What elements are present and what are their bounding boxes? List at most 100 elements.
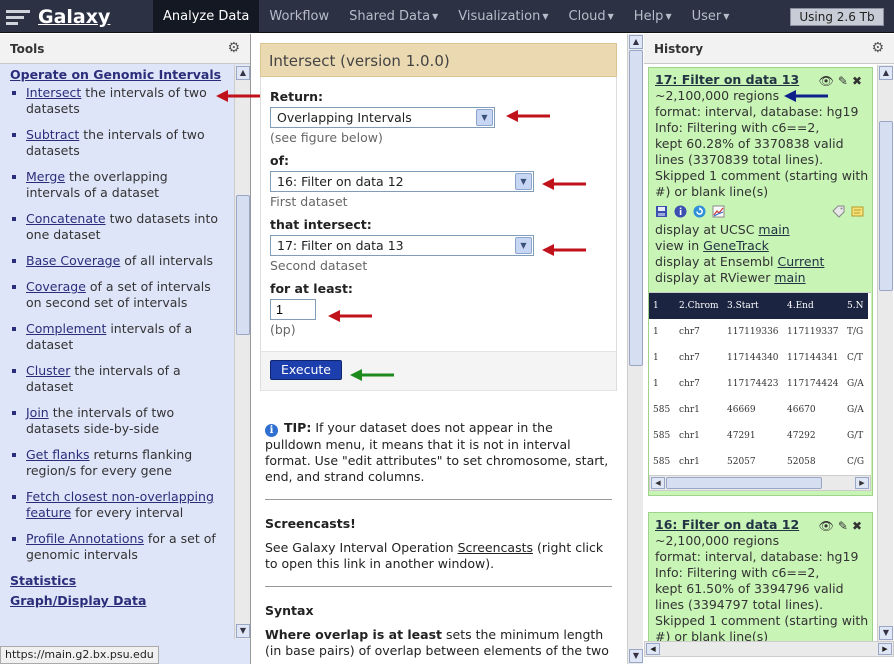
scroll-thumb[interactable]: [629, 50, 643, 366]
galaxy-brand[interactable]: Galaxy: [6, 4, 110, 30]
scroll-down-icon[interactable]: ▼: [236, 624, 250, 638]
tool-link[interactable]: Merge: [26, 169, 65, 184]
tool-desc: for every interval: [71, 505, 184, 520]
history-hscrollbar[interactable]: ◀ ▶: [644, 641, 894, 657]
tool-section-title[interactable]: Operate on Genomic Intervals: [10, 67, 234, 83]
eye-icon[interactable]: 👁: [819, 519, 838, 533]
nav-help[interactable]: Help ▼: [624, 0, 682, 33]
tools-scrollbar[interactable]: ▲ ▼: [234, 65, 250, 639]
scroll-up-icon[interactable]: ▲: [879, 66, 893, 80]
tag-icon[interactable]: [832, 205, 845, 218]
nav-cloud[interactable]: Cloud ▼: [559, 0, 624, 33]
annotation-arrow-left-icon: [216, 90, 260, 102]
tool-link[interactable]: Coverage: [26, 279, 86, 294]
eye-icon[interactable]: 👁: [819, 74, 838, 88]
tool-form: Intersect (version 1.0.0) Return: Overla…: [260, 43, 617, 391]
scroll-left-icon[interactable]: ◀: [646, 643, 660, 655]
scroll-thumb[interactable]: [236, 195, 250, 335]
galaxy-logo-icon: [6, 7, 32, 27]
history-dataset-17: 17: Filter on data 13 👁✎✖ ~2,100,000 reg…: [648, 67, 873, 496]
nav-shared-data[interactable]: Shared Data ▼: [339, 0, 448, 33]
rviewer-main-link[interactable]: main: [774, 270, 805, 285]
tool-link[interactable]: Get flanks: [26, 447, 89, 462]
first-dataset-select[interactable]: 16: Filter on data 12 ▼: [270, 171, 534, 192]
dataset-title[interactable]: 16: Filter on data 12: [655, 517, 799, 532]
peek-hscrollbar[interactable]: ◀ ▶: [649, 475, 871, 491]
scroll-thumb[interactable]: [666, 477, 822, 489]
scroll-thumb[interactable]: [879, 121, 893, 291]
peek-cell: 585: [653, 457, 671, 467]
tool-link[interactable]: Cluster: [26, 363, 70, 378]
pencil-icon[interactable]: ✎: [838, 519, 852, 533]
history-list: 17: Filter on data 13 👁✎✖ ~2,100,000 reg…: [644, 65, 877, 641]
first-dataset-hint: First dataset: [270, 194, 348, 209]
peek-cell: 117119337: [787, 327, 839, 337]
save-icon[interactable]: [655, 205, 668, 218]
center-scrollbar[interactable]: ▲ ▼: [627, 34, 643, 664]
execute-button[interactable]: Execute: [270, 360, 342, 380]
return-hint: (see figure below): [270, 130, 383, 145]
scroll-down-icon[interactable]: ▼: [879, 626, 893, 640]
tool-link[interactable]: Base Coverage: [26, 253, 120, 268]
tool-link[interactable]: Concatenate: [26, 211, 106, 226]
scroll-up-icon[interactable]: ▲: [629, 35, 643, 49]
bullet-icon: [12, 175, 16, 179]
delete-icon[interactable]: ✖: [852, 519, 866, 533]
min-overlap-input[interactable]: [270, 299, 316, 320]
tool-help: i TIP: If your dataset does not appear in…: [265, 420, 612, 659]
genetrack-link[interactable]: GeneTrack: [703, 238, 769, 253]
info-icon[interactable]: [674, 205, 687, 218]
peek-header: 2.Chrom: [675, 293, 723, 319]
second-dataset-value: 17: Filter on data 13: [277, 238, 404, 253]
peek-row: 585 chr1 47291 47292 G/T: [649, 423, 868, 449]
tool-link[interactable]: Intersect: [26, 85, 81, 100]
tool-link[interactable]: Join: [26, 405, 49, 420]
delete-icon[interactable]: ✖: [852, 74, 866, 88]
caret-down-icon: ▼: [607, 12, 614, 21]
scroll-right-icon[interactable]: ▶: [855, 477, 869, 489]
history-scrollbar[interactable]: ▲ ▼: [877, 65, 893, 641]
brand-title[interactable]: Galaxy: [38, 6, 110, 28]
nav-analyze-data[interactable]: Analyze Data: [153, 0, 260, 33]
display-rviewer: display at RViewer main: [655, 270, 866, 286]
dataset-title[interactable]: 17: Filter on data 13: [655, 72, 799, 87]
gear-icon[interactable]: ⚙: [227, 40, 240, 56]
status-bar-url: https://main.g2.bx.psu.edu: [0, 646, 159, 664]
tool-link[interactable]: Profile Annotations: [26, 531, 144, 546]
gear-icon[interactable]: ⚙: [871, 40, 884, 56]
annotation-arrow-left-icon: [542, 244, 586, 256]
nav-user[interactable]: User ▼: [682, 0, 740, 33]
tool-link[interactable]: Subtract: [26, 127, 79, 142]
nav-label: Analyze Data: [163, 9, 250, 24]
nav-workflow[interactable]: Workflow: [259, 0, 339, 33]
chevron-down-icon[interactable]: ▼: [476, 109, 493, 126]
nav-visualization[interactable]: Visualization ▼: [448, 0, 558, 33]
second-dataset-select[interactable]: 17: Filter on data 13 ▼: [270, 235, 534, 256]
peek-header: 1: [649, 293, 675, 319]
scroll-left-icon[interactable]: ◀: [651, 477, 665, 489]
visualize-icon[interactable]: [712, 205, 725, 218]
ensembl-current-link[interactable]: Current: [777, 254, 824, 269]
screencasts-link[interactable]: Screencasts: [458, 540, 533, 555]
pencil-icon[interactable]: ✎: [838, 74, 852, 88]
scroll-down-icon[interactable]: ▼: [629, 649, 643, 663]
scroll-right-icon[interactable]: ▶: [878, 643, 892, 655]
tools-panel-header: Tools ⚙: [0, 34, 250, 64]
annotation-icon[interactable]: [851, 205, 864, 218]
scroll-up-icon[interactable]: ▲: [236, 66, 250, 80]
chevron-down-icon[interactable]: ▼: [515, 173, 532, 190]
ucsc-main-link[interactable]: main: [758, 222, 789, 237]
section-statistics[interactable]: Statistics: [10, 573, 234, 589]
peek-cell: G/A: [847, 379, 864, 389]
section-graph-display[interactable]: Graph/Display Data: [10, 593, 234, 609]
screencasts-heading: Screencasts!: [265, 516, 356, 531]
return-select[interactable]: Overlapping Intervals ▼: [270, 107, 495, 128]
chevron-down-icon[interactable]: ▼: [515, 237, 532, 254]
peek-cell: 46670: [787, 405, 816, 415]
tool-link[interactable]: Complement: [26, 321, 106, 336]
bullet-icon: [12, 537, 16, 541]
nav-label: Shared Data: [349, 9, 431, 24]
rerun-icon[interactable]: [693, 205, 706, 218]
peek-cell: chr1: [679, 405, 700, 415]
tool-item-get-flanks: Get flanks returns flanking region/s for…: [10, 447, 222, 479]
